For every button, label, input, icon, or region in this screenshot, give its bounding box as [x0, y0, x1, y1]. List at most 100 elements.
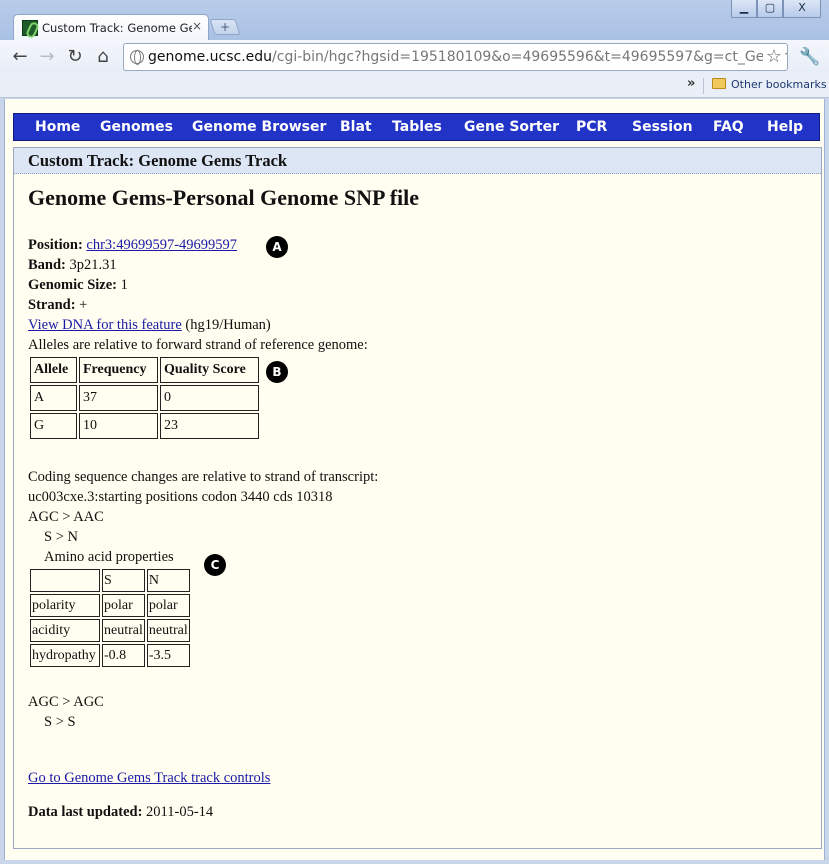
page-viewport: Home Genomes Genome Browser Blat Tables …: [4, 99, 825, 860]
bookmark-star-icon[interactable]: ☆: [762, 44, 785, 70]
other-bookmarks-label: Other bookmarks: [731, 78, 827, 91]
track-controls-row: Go to Genome Gems Track track controls: [28, 770, 270, 787]
table-row: G 10 23: [30, 413, 259, 439]
marker-a: A: [266, 236, 288, 258]
band-row: Band: 3p21.31: [28, 257, 117, 274]
nav-tables[interactable]: Tables: [392, 119, 442, 135]
coding-note: Coding sequence changes are relative to …: [28, 469, 379, 485]
other-bookmarks-button[interactable]: Other bookmarks: [712, 78, 827, 91]
bookmarks-overflow-chevron[interactable]: »: [687, 76, 695, 91]
table-row: hydropathy -0.8 -3.5: [30, 644, 190, 667]
browser-tab[interactable]: Custom Track: Genome Ge... ×: [13, 14, 209, 40]
view-dna-row: View DNA for this feature (hg19/Human): [28, 317, 271, 334]
cell: A: [30, 385, 77, 411]
folder-icon: [712, 78, 726, 89]
cell: acidity: [30, 619, 100, 642]
tab-close-icon[interactable]: ×: [192, 19, 202, 33]
last-updated-row: Data last updated: 2011-05-14: [28, 804, 213, 821]
table-row: polarity polar polar: [30, 594, 190, 617]
maximize-button[interactable]: ▢: [757, 0, 783, 18]
url-path: /cgi-bin/hgc?hgsid=195180109&o=49695596&…: [272, 49, 788, 65]
cell: hydropathy: [30, 644, 100, 667]
cell: neutral: [102, 619, 145, 642]
size-value: 1: [120, 277, 128, 293]
section-title: Custom Track: Genome Gems Track: [14, 148, 821, 174]
table-row: A 37 0: [30, 385, 259, 411]
details-panel: Custom Track: Genome Gems Track Genome G…: [13, 147, 822, 849]
size-row: Genomic Size: 1: [28, 277, 128, 294]
close-window-button[interactable]: X: [783, 0, 821, 18]
amino-acid-table: S N polarity polar polar acidity neutral…: [28, 567, 192, 669]
forward-icon[interactable]: →: [36, 46, 58, 68]
header-s: S: [102, 569, 145, 592]
nav-blat[interactable]: Blat: [340, 119, 372, 135]
table-header-row: Allele Frequency Quality Score: [30, 357, 259, 383]
marker-c: C: [204, 554, 226, 576]
bookmarks-divider: [703, 78, 704, 94]
nav-genomes[interactable]: Genomes: [100, 119, 173, 135]
strand-label: Strand:: [28, 297, 76, 313]
cell: polar: [102, 594, 145, 617]
table-row: acidity neutral neutral: [30, 619, 190, 642]
nav-faq[interactable]: FAQ: [713, 119, 744, 135]
new-tab-button[interactable]: +: [209, 19, 241, 35]
amino-acid-change-1: S > N: [44, 529, 78, 545]
nav-home[interactable]: Home: [35, 119, 80, 135]
header-allele: Allele: [30, 357, 77, 383]
codon-change-1: AGC > AAC: [28, 509, 104, 525]
last-updated-value: 2011-05-14: [146, 804, 214, 820]
reload-icon[interactable]: ↻: [64, 46, 86, 68]
header-frequency: Frequency: [79, 357, 158, 383]
allele-table: Allele Frequency Quality Score A 37 0 G …: [28, 355, 261, 441]
strand-value: +: [79, 297, 88, 313]
band-label: Band:: [28, 257, 66, 273]
cell: 0: [160, 385, 259, 411]
tab-title: Custom Track: Genome Ge...: [42, 21, 192, 35]
cell: neutral: [146, 619, 190, 642]
header-blank: [30, 569, 100, 592]
position-row: Position: chr3:49699597-49699597: [28, 237, 237, 254]
home-icon[interactable]: ⌂: [92, 46, 114, 68]
cell: polarity: [30, 594, 100, 617]
top-nav-bar: Home Genomes Genome Browser Blat Tables …: [13, 113, 820, 141]
last-updated-label: Data last updated:: [28, 804, 143, 820]
size-label: Genomic Size:: [28, 277, 117, 293]
transcript-line: uc003cxe.3:starting positions codon 3440…: [28, 489, 333, 505]
wrench-icon[interactable]: 🔧: [799, 47, 820, 67]
cell: -3.5: [146, 644, 190, 667]
nav-help[interactable]: Help: [767, 119, 803, 135]
band-value: 3p21.31: [69, 257, 117, 273]
nav-gene-sorter[interactable]: Gene Sorter: [464, 119, 559, 135]
strand-row: Strand: +: [28, 297, 87, 314]
minimize-button[interactable]: ▁: [731, 0, 757, 18]
cell: 37: [79, 385, 158, 411]
position-link[interactable]: chr3:49699597-49699597: [86, 237, 237, 253]
bookmarks-bar: » Other bookmarks: [0, 74, 829, 98]
position-label: Position:: [28, 237, 83, 253]
cell: 10: [79, 413, 158, 439]
view-dna-suffix: (hg19/Human): [185, 317, 271, 333]
amino-acid-properties-label: Amino acid properties: [44, 549, 174, 565]
plus-icon: +: [219, 20, 231, 34]
nav-genome-browser[interactable]: Genome Browser: [192, 119, 326, 135]
url-host: genome.ucsc.edu: [148, 49, 273, 65]
cell: G: [30, 413, 77, 439]
globe-icon: [130, 50, 144, 65]
browser-toolbar: ← → ↻ ⌂ genome.ucsc.edu/cgi-bin/hgc?hgsi…: [0, 40, 829, 74]
browser-titlebar: Custom Track: Genome Ge... × + ▁ ▢ X: [0, 0, 829, 40]
page-title: Genome Gems-Personal Genome SNP file: [28, 185, 420, 210]
cell: 23: [160, 413, 259, 439]
cell: polar: [146, 594, 190, 617]
table-header-row: S N: [30, 569, 190, 592]
cell: -0.8: [102, 644, 145, 667]
header-n: N: [146, 569, 190, 592]
ucsc-favicon-icon: [22, 20, 38, 36]
back-icon[interactable]: ←: [9, 46, 31, 68]
header-quality-score: Quality Score: [160, 357, 259, 383]
address-bar[interactable]: genome.ucsc.edu/cgi-bin/hgc?hgsid=195180…: [123, 43, 788, 71]
track-controls-link[interactable]: Go to Genome Gems Track track controls: [28, 770, 270, 786]
nav-session[interactable]: Session: [632, 119, 693, 135]
view-dna-link[interactable]: View DNA for this feature: [28, 317, 182, 333]
nav-pcr[interactable]: PCR: [576, 119, 607, 135]
marker-b: B: [266, 361, 288, 383]
